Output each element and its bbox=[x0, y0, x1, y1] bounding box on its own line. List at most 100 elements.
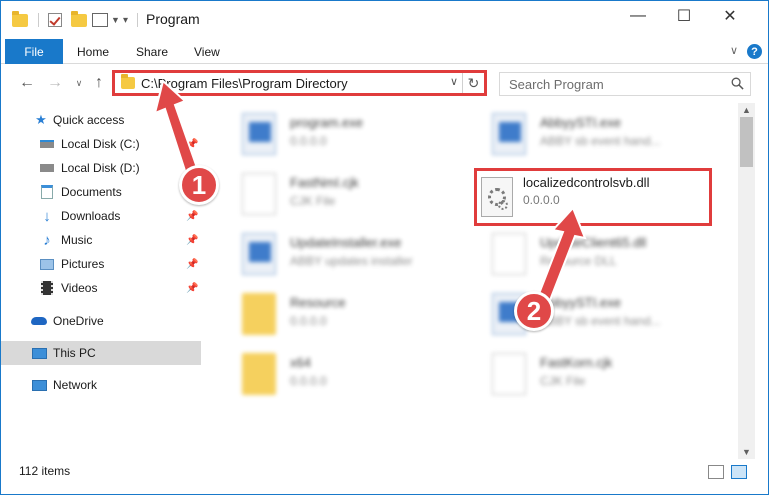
list-item[interactable]: UpdateClient65.dll Resource DLL bbox=[472, 227, 722, 287]
pin-icon[interactable]: 📌 bbox=[186, 235, 198, 246]
folder-icon bbox=[242, 293, 276, 335]
separator bbox=[38, 13, 39, 27]
file-description: 0.0.0.0 bbox=[290, 134, 327, 148]
list-item[interactable]: FastNmI.cjk CJK File bbox=[222, 167, 472, 227]
exe-file-icon bbox=[242, 113, 276, 155]
sidebar-item-label: Videos bbox=[61, 281, 98, 295]
tab-home[interactable]: Home bbox=[77, 39, 109, 64]
search-placeholder: Search Program bbox=[509, 76, 604, 92]
folder-icon bbox=[12, 10, 28, 29]
file-name: FastKorn.cjk bbox=[540, 355, 613, 370]
item-count: 112 items bbox=[19, 464, 71, 478]
details-view-icon[interactable] bbox=[708, 465, 724, 479]
scrollbar-thumb[interactable] bbox=[740, 117, 753, 167]
cloud-icon bbox=[31, 313, 47, 329]
computer-icon bbox=[31, 345, 47, 361]
list-item[interactable]: program.exe 0.0.0.0 bbox=[222, 107, 472, 167]
sidebar-item-videos[interactable]: Videos 📌 bbox=[1, 276, 201, 300]
step-badge-1: 1 bbox=[179, 165, 219, 205]
pin-icon[interactable]: 📌 bbox=[186, 259, 198, 270]
explorer-window: ▼ ▾ Program — ☐ ✕ File Home Share View ∨… bbox=[0, 0, 769, 495]
music-icon: ♪ bbox=[43, 231, 51, 249]
sidebar-item-label: Local Disk (C:) bbox=[61, 137, 140, 151]
properties-check-icon[interactable] bbox=[48, 11, 62, 29]
folder-icon bbox=[121, 74, 135, 89]
list-item[interactable]: Resource 0.0.0.0 bbox=[222, 287, 472, 347]
drive-icon bbox=[39, 136, 55, 152]
dll-file-icon bbox=[481, 177, 513, 217]
recent-locations-icon[interactable]: ∨ bbox=[69, 73, 89, 93]
title-bar: ▼ ▾ Program — ☐ ✕ bbox=[1, 1, 768, 39]
list-item[interactable]: UpdateInstaller.exe ABBY updates install… bbox=[222, 227, 472, 287]
address-row: ← → ∨ ↑ C:\Program Files\Program Directo… bbox=[1, 65, 768, 103]
tab-file[interactable]: File bbox=[5, 39, 63, 64]
file-description: 0.0.0.0 bbox=[290, 374, 327, 388]
sidebar-item-onedrive[interactable]: OneDrive bbox=[1, 309, 201, 333]
exe-file-icon bbox=[242, 233, 276, 275]
tab-view[interactable]: View bbox=[194, 39, 220, 64]
pin-icon[interactable]: 📌 bbox=[186, 283, 198, 294]
sidebar-item-downloads[interactable]: ↓ Downloads 📌 bbox=[1, 204, 201, 228]
file-description: CJK File bbox=[290, 194, 336, 208]
vertical-scrollbar[interactable]: ▲ ▼ bbox=[738, 103, 755, 459]
refresh-button[interactable]: ↻ bbox=[462, 73, 484, 93]
file-description: ABBY sb event hand... bbox=[540, 314, 661, 328]
maximize-button[interactable]: ☐ bbox=[661, 1, 707, 31]
drive-icon bbox=[39, 160, 55, 176]
close-button[interactable]: ✕ bbox=[707, 1, 753, 31]
properties-icon[interactable] bbox=[92, 11, 108, 29]
file-name: AbbyySTI.exe bbox=[540, 115, 621, 130]
search-input[interactable]: Search Program bbox=[499, 72, 751, 96]
window-title: Program bbox=[146, 11, 200, 27]
documents-icon bbox=[39, 184, 55, 200]
network-icon bbox=[31, 377, 47, 393]
sidebar-item-network[interactable]: Network bbox=[1, 373, 201, 397]
separator bbox=[137, 13, 138, 27]
sidebar-item-pictures[interactable]: Pictures 📌 bbox=[1, 252, 201, 276]
sidebar-item-music[interactable]: ♪ Music 📌 bbox=[1, 228, 201, 252]
file-icon bbox=[242, 173, 276, 215]
ribbon: File Home Share View ∨ ? bbox=[1, 39, 768, 64]
customize-quick-access-icon[interactable]: ▾ bbox=[123, 11, 128, 29]
file-icon bbox=[492, 353, 526, 395]
sidebar-item-label: Music bbox=[61, 233, 93, 247]
scroll-up-arrow-icon[interactable]: ▲ bbox=[738, 103, 755, 117]
tiles-view-icon[interactable] bbox=[731, 465, 747, 479]
new-folder-icon[interactable] bbox=[71, 10, 87, 29]
download-icon: ↓ bbox=[43, 207, 51, 225]
list-item[interactable]: AbbyySTI.exe ABBY sb event hand... bbox=[472, 107, 722, 167]
chevron-down-icon[interactable]: ∨ bbox=[450, 75, 458, 88]
sidebar-item-label: Documents bbox=[61, 185, 122, 199]
pictures-icon bbox=[39, 256, 55, 272]
file-name: localizedcontrolsvb.dll bbox=[523, 175, 650, 190]
file-version: 0.0.0.0 bbox=[523, 193, 560, 207]
folder-icon bbox=[242, 353, 276, 395]
chevron-down-icon[interactable]: ▼ bbox=[111, 11, 120, 29]
sidebar-item-label: Pictures bbox=[61, 257, 105, 271]
up-button[interactable]: ↑ bbox=[89, 73, 109, 93]
file-name: program.exe bbox=[290, 115, 363, 130]
list-item[interactable]: AbbyySTI.exe ABBY sb event hand... bbox=[472, 287, 722, 347]
back-button[interactable]: ← bbox=[17, 73, 37, 93]
search-icon[interactable] bbox=[731, 77, 744, 90]
file-description: ABBY sb event hand... bbox=[540, 134, 661, 148]
sidebar-item-label: OneDrive bbox=[53, 314, 104, 328]
forward-button[interactable]: → bbox=[45, 73, 65, 93]
minimize-button[interactable]: — bbox=[615, 1, 661, 31]
list-item[interactable]: x64 0.0.0.0 bbox=[222, 347, 472, 407]
pin-icon[interactable]: 📌 bbox=[186, 211, 198, 222]
tab-share[interactable]: Share bbox=[136, 39, 168, 64]
scroll-down-arrow-icon[interactable]: ▼ bbox=[738, 445, 755, 459]
file-name: x64 bbox=[290, 355, 311, 370]
file-description: 0.0.0.0 bbox=[290, 314, 327, 328]
highlighted-dll-file[interactable]: localizedcontrolsvb.dll 0.0.0.0 bbox=[474, 168, 712, 226]
sidebar-item-this-pc[interactable]: This PC bbox=[1, 341, 201, 365]
list-item[interactable]: FastKorn.cjk CJK File bbox=[472, 347, 722, 407]
file-description: CJK File bbox=[540, 374, 586, 388]
exe-file-icon bbox=[492, 113, 526, 155]
file-name: UpdateInstaller.exe bbox=[290, 235, 402, 250]
expand-ribbon-icon[interactable]: ∨ bbox=[730, 44, 738, 57]
sidebar-item-label: Network bbox=[53, 378, 98, 392]
sidebar-item-label: This PC bbox=[53, 346, 96, 360]
help-button[interactable]: ? bbox=[747, 44, 762, 59]
